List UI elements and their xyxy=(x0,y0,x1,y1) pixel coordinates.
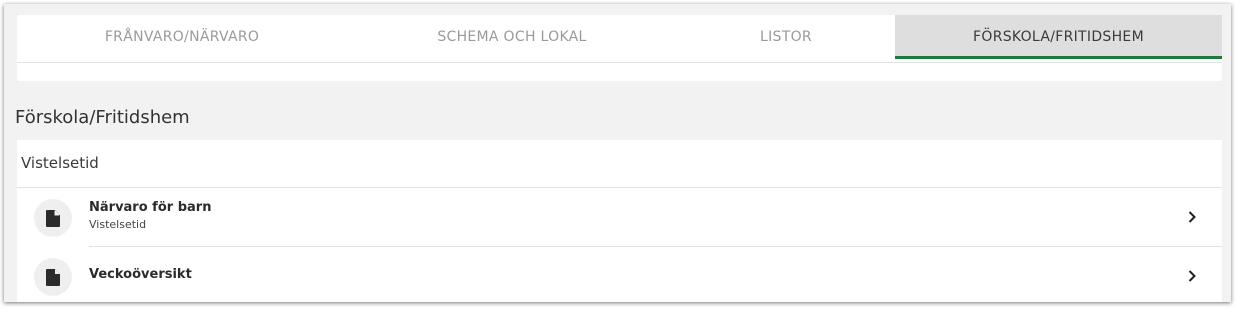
document-icon xyxy=(34,258,72,296)
list-header: Vistelsetid xyxy=(17,140,1222,188)
page-title: Förskola/Fritidshem xyxy=(15,107,190,128)
list-item-text: Veckoöversikt xyxy=(89,259,192,282)
tab-schema-och-lokal[interactable]: SCHEMA OCH LOKAL xyxy=(347,15,677,59)
tab-franvaro-narvaro[interactable]: FRÅNVARO/NÄRVARO xyxy=(17,15,347,59)
tab-bar: FRÅNVARO/NÄRVARO SCHEMA OCH LOKAL LISTOR… xyxy=(17,15,1222,63)
tab-forskola-fritidshem[interactable]: FÖRSKOLA/FRITIDSHEM xyxy=(895,15,1222,59)
list-card: Vistelsetid Närvaro för barn Vistelsetid xyxy=(17,140,1222,302)
tab-listor[interactable]: LISTOR xyxy=(677,15,895,59)
list-item-title: Veckoöversikt xyxy=(89,267,192,282)
list-item-narvaro-for-barn[interactable]: Närvaro för barn Vistelsetid xyxy=(17,188,1222,247)
list-item-subtitle: Vistelsetid xyxy=(89,218,147,231)
document-icon xyxy=(34,199,72,237)
tab-bar-card: FRÅNVARO/NÄRVARO SCHEMA OCH LOKAL LISTOR… xyxy=(17,15,1222,81)
list-item-veckooversikt[interactable]: Veckoöversikt xyxy=(17,247,1222,302)
list-item-title: Närvaro för barn xyxy=(89,200,212,215)
app-frame: FRÅNVARO/NÄRVARO SCHEMA OCH LOKAL LISTOR… xyxy=(4,4,1231,302)
chevron-right-icon xyxy=(1184,267,1200,285)
list-item-text: Närvaro för barn Vistelsetid xyxy=(89,200,211,231)
chevron-right-icon xyxy=(1184,208,1200,226)
